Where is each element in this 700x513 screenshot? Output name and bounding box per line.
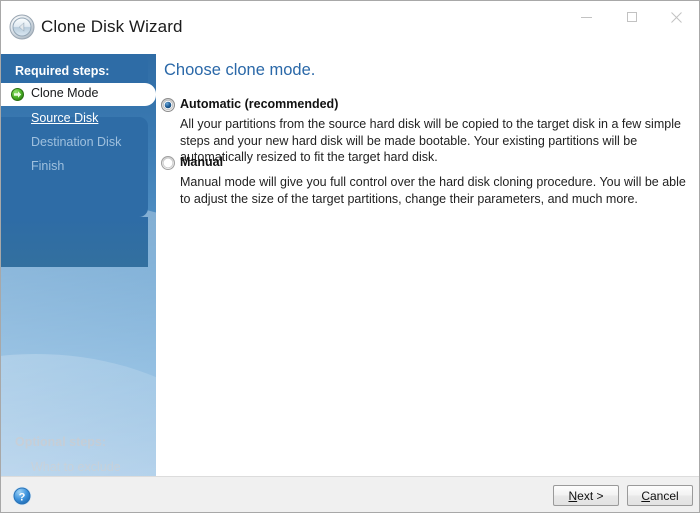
maximize-button[interactable] bbox=[609, 1, 654, 33]
radio-manual-icon[interactable] bbox=[161, 156, 175, 170]
main-content: Choose clone mode. Automatic (recommende… bbox=[156, 54, 699, 476]
next-button-label: ext > bbox=[577, 488, 604, 503]
footer-bar: ? Next > Cancel bbox=[1, 476, 699, 512]
close-icon bbox=[671, 11, 682, 23]
sidebar-optional-heading: Optional steps: bbox=[15, 435, 106, 449]
page-title: Choose clone mode. bbox=[164, 61, 316, 79]
back-arrow-circle-icon[interactable] bbox=[9, 14, 35, 40]
sidebar-item-clone-mode[interactable]: Clone Mode bbox=[1, 83, 156, 106]
clone-disk-wizard-window: Clone Disk Wizard Required steps: Clone … bbox=[0, 0, 700, 513]
sidebar-required-heading: Required steps: bbox=[15, 64, 110, 78]
cancel-button-label: ancel bbox=[649, 488, 679, 503]
help-question-icon[interactable]: ? bbox=[12, 486, 32, 506]
sidebar-item-source-disk[interactable]: Source Disk bbox=[31, 111, 98, 125]
window-title: Clone Disk Wizard bbox=[41, 17, 183, 36]
svg-text:?: ? bbox=[19, 491, 26, 503]
cancel-button[interactable]: Cancel bbox=[627, 485, 693, 506]
next-button-mnemonic: N bbox=[568, 488, 578, 503]
minimize-button[interactable] bbox=[564, 1, 609, 33]
option-label-automatic: Automatic (recommended) bbox=[180, 97, 339, 111]
sidebar-item-destination-disk: Destination Disk bbox=[31, 135, 122, 149]
option-label-manual: Manual bbox=[180, 155, 224, 169]
option-description-automatic: All your partitions from the source hard… bbox=[180, 117, 681, 164]
wizard-steps-sidebar: Required steps: Clone Mode Source Disk D… bbox=[1, 54, 156, 476]
minimize-icon bbox=[581, 16, 592, 18]
maximize-icon bbox=[626, 12, 637, 22]
window-controls bbox=[564, 1, 699, 33]
title-bar: Clone Disk Wizard bbox=[1, 1, 699, 53]
cancel-button-mnemonic: C bbox=[641, 488, 650, 503]
close-button[interactable] bbox=[654, 1, 699, 33]
sidebar-item-finish: Finish bbox=[31, 159, 65, 173]
sidebar-item-what-to-exclude: What to exclude bbox=[31, 460, 121, 474]
next-button[interactable]: Next > bbox=[553, 485, 619, 506]
sidebar-steps-block-fade bbox=[1, 217, 148, 267]
option-description-manual: Manual mode will give you full control o… bbox=[180, 175, 686, 206]
sidebar-steps-block bbox=[1, 117, 148, 217]
green-arrow-icon bbox=[11, 88, 24, 101]
sidebar-swoosh-decoration-2 bbox=[1, 354, 156, 476]
radio-automatic-icon[interactable] bbox=[161, 98, 175, 112]
sidebar-item-label: Clone Mode bbox=[31, 86, 99, 100]
